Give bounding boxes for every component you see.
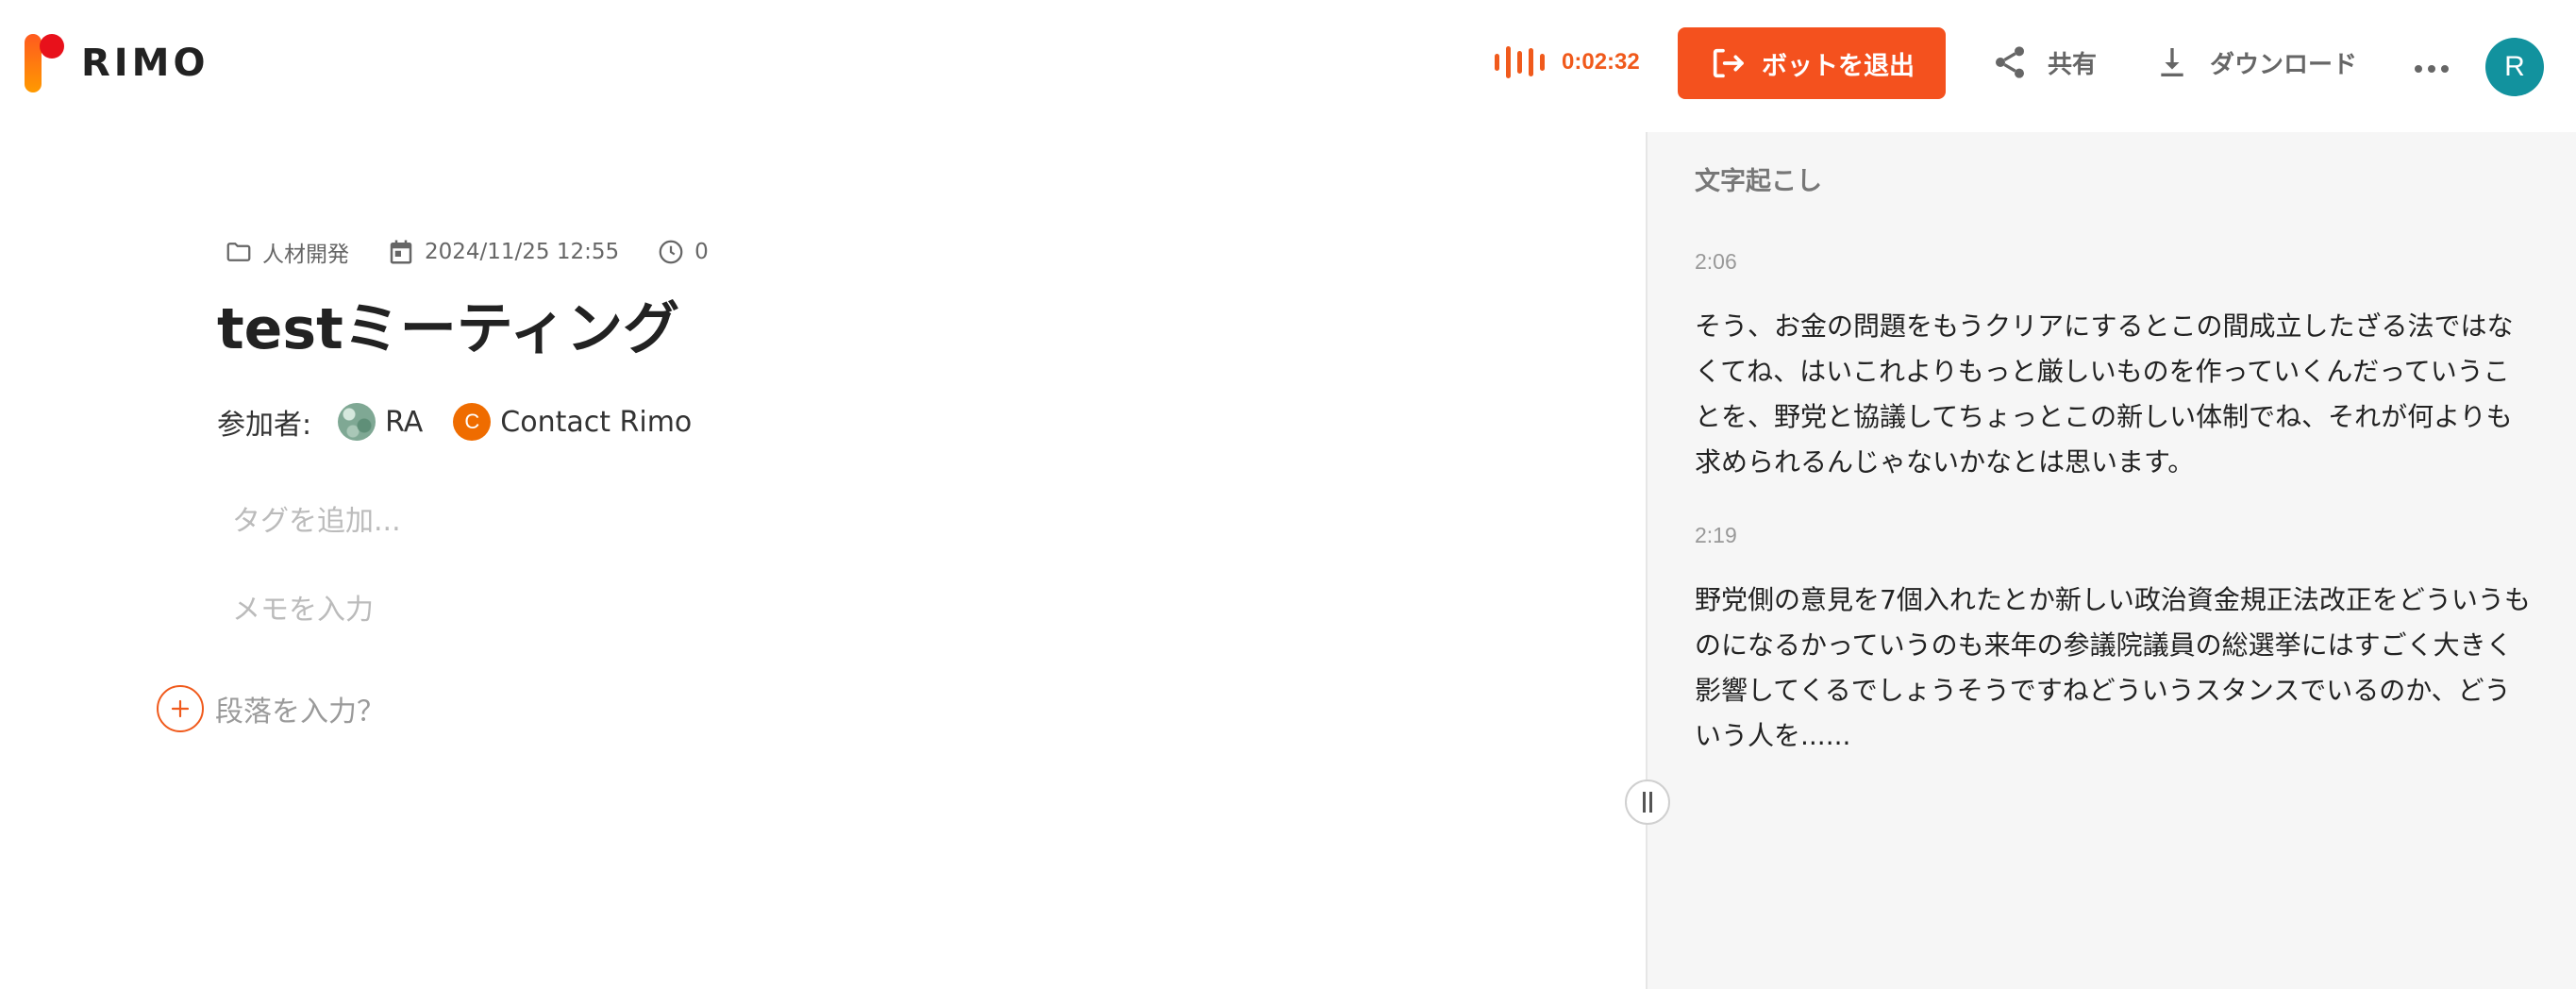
segment-line: 求められるんじゃないかなとは思います。 bbox=[1695, 446, 2195, 478]
duration-meta: 0 bbox=[657, 238, 709, 266]
participant-chip[interactable]: RA bbox=[338, 403, 423, 441]
meeting-date: 2024/11/25 12:55 bbox=[425, 240, 620, 264]
participant-name: RA bbox=[385, 405, 424, 439]
segment-line: 野党側の意見を7個入れたとか新しい政治資金規正法改正をどういうも bbox=[1695, 584, 2531, 615]
meeting-duration: 0 bbox=[694, 240, 709, 264]
folder-icon bbox=[226, 243, 251, 261]
share-icon bbox=[1996, 46, 2024, 78]
download-icon bbox=[2161, 48, 2183, 76]
plus-circle-icon bbox=[157, 685, 204, 732]
participant-chip[interactable]: C Contact Rimo bbox=[453, 403, 692, 441]
segment-timestamp[interactable]: 2:19 bbox=[1695, 523, 1737, 548]
folder-meta[interactable]: 人材開発 bbox=[225, 236, 349, 268]
meeting-meta: 人材開発 2024/11/25 12:55 0 bbox=[225, 236, 746, 268]
segment-line: そう、お金の問題をもうクリアにするとこの間成立したざる法ではな bbox=[1695, 310, 2514, 342]
participant-avatar-initial: C bbox=[453, 403, 492, 441]
rimo-logo-mark bbox=[25, 34, 68, 92]
audio-wave-icon bbox=[1495, 45, 1545, 79]
user-avatar[interactable]: R bbox=[2485, 38, 2544, 96]
add-paragraph-label: 段落を入力？ bbox=[215, 696, 385, 729]
panel-resize-handle[interactable] bbox=[1625, 779, 1670, 825]
calendar-icon bbox=[390, 240, 412, 264]
segment-line: いう人を...... bbox=[1695, 720, 1851, 751]
exit-bot-button[interactable]: ボットを退出 bbox=[1678, 27, 1946, 99]
date-meta[interactable]: 2024/11/25 12:55 bbox=[387, 238, 619, 266]
more-horizontal-icon bbox=[2415, 65, 2449, 73]
share-button[interactable]: 共有 bbox=[1991, 43, 2097, 81]
exit-bot-label: ボットを退出 bbox=[1762, 51, 1915, 81]
recording-status: 0:02:32 bbox=[1495, 45, 1640, 79]
participants-label: 参加者: bbox=[217, 409, 312, 442]
download-label: ダウンロード bbox=[2210, 50, 2358, 79]
more-options-button[interactable] bbox=[2412, 49, 2451, 89]
folder-name: 人材開発 bbox=[262, 243, 349, 267]
add-paragraph-button[interactable]: 段落を入力？ bbox=[157, 685, 385, 732]
logout-icon bbox=[1713, 48, 1744, 78]
rimo-logo[interactable]: RIMO bbox=[25, 34, 209, 92]
logo-text: RIMO bbox=[81, 42, 209, 85]
transcript-title: 文字起こし bbox=[1695, 167, 1822, 196]
tag-input[interactable] bbox=[232, 500, 798, 542]
segment-text[interactable]: 野党側の意見を7個入れたとか新しい政治資金規正法改正をどういうも のになるかって… bbox=[1695, 578, 2534, 759]
participant-avatar-image bbox=[338, 403, 376, 441]
segment-line: くてね、はいこれよりもっと厳しいものを作っていくんだっていうこ bbox=[1695, 356, 2510, 387]
segment-line: とを、野党と協議してちょっとこの新しい体制でね、それが何よりも bbox=[1695, 401, 2513, 432]
participant-name: Contact Rimo bbox=[500, 405, 693, 439]
transcript-panel: 文字起こし 2:06 そう、お金の問題をもうクリアにするとこの間成立したざる法で… bbox=[1648, 132, 2576, 989]
memo-input[interactable] bbox=[232, 589, 1081, 630]
segment-timestamp[interactable]: 2:06 bbox=[1695, 249, 1737, 275]
download-button[interactable]: ダウンロード bbox=[2153, 43, 2357, 81]
segment-line: のになるかっていうのも来年の参議院議員の総選挙にはすごく大きく bbox=[1695, 629, 2513, 661]
clock-icon bbox=[659, 240, 683, 264]
segment-text[interactable]: そう、お金の問題をもうクリアにするとこの間成立したざる法ではな くてね、はいこれ… bbox=[1695, 304, 2534, 485]
meeting-title[interactable]: testミーティング bbox=[217, 283, 679, 365]
share-label: 共有 bbox=[2048, 50, 2098, 79]
top-header: RIMO 0:02:32 ボットを退出 共有 ダウンロード R bbox=[0, 0, 2576, 132]
segment-line: 影響してくるでしょうそうですねどういうスタンスでいるのか、どう bbox=[1695, 675, 2511, 706]
participants-row: 参加者: RA C Contact Rimo bbox=[217, 401, 722, 443]
panel-divider bbox=[1646, 132, 1648, 989]
recording-time: 0:02:32 bbox=[1562, 49, 1640, 75]
